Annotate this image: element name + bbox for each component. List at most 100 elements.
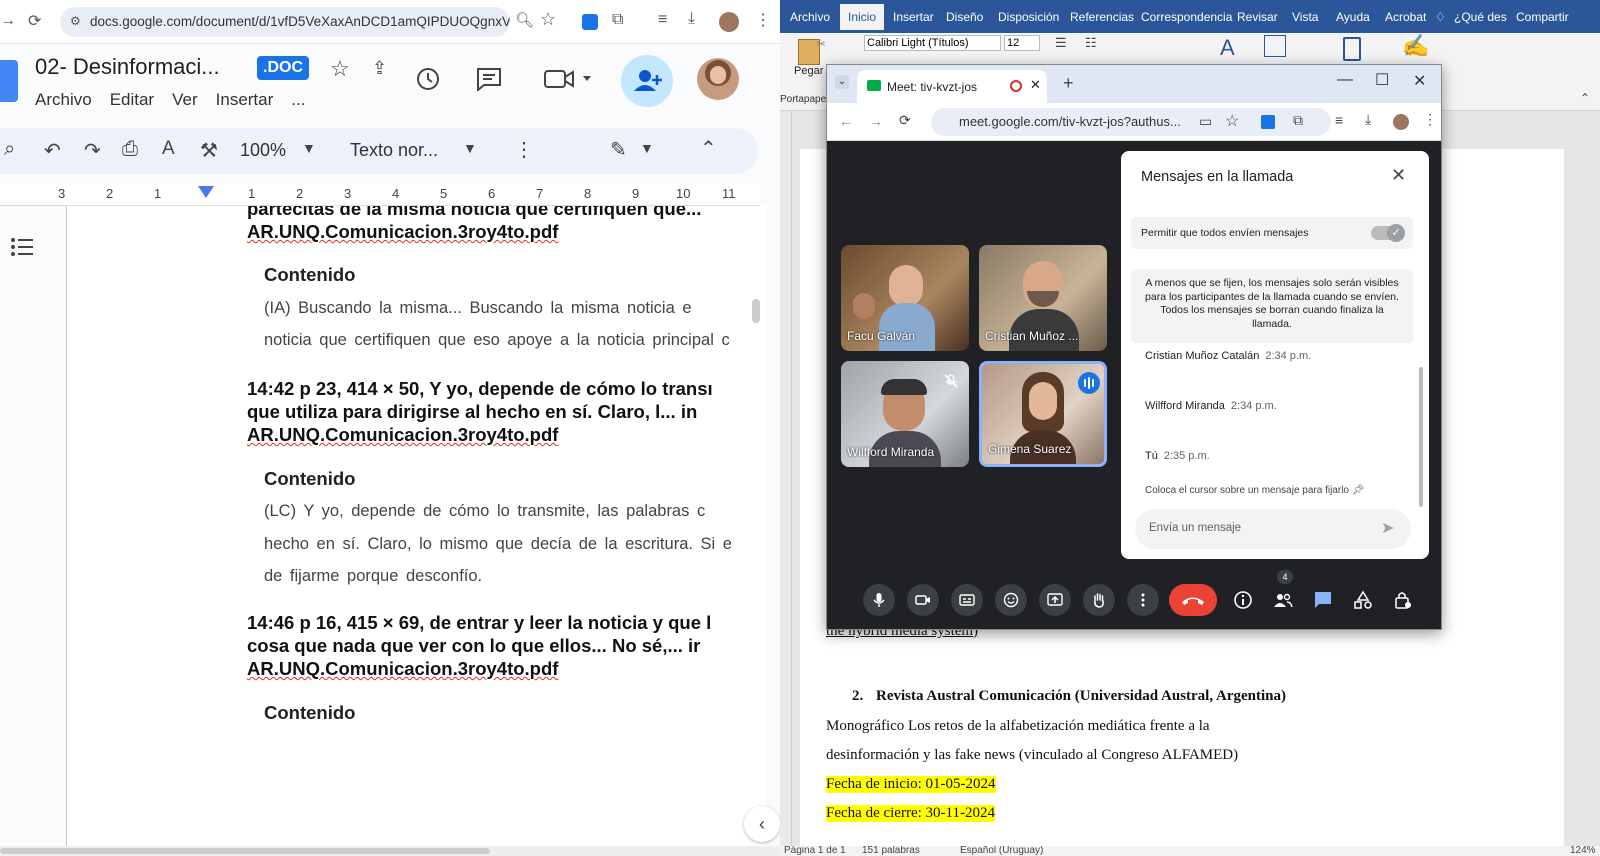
comments-icon[interactable] <box>476 67 502 91</box>
numbering-icon[interactable]: ☷ <box>1085 35 1097 51</box>
tell-me-search[interactable]: ¿Qué des <box>1454 10 1507 24</box>
download-icon[interactable]: ⤓ <box>688 10 695 28</box>
signature-icon[interactable]: ✍ <box>1402 33 1429 59</box>
puzzle-icon[interactable]: ⧉ <box>612 11 623 29</box>
tab-inicio[interactable]: Inicio <box>840 4 885 30</box>
more-options-button[interactable] <box>1127 584 1159 616</box>
reload-icon[interactable]: ⟳ <box>28 11 41 31</box>
puzzle-icon[interactable]: ⧉ <box>1293 112 1303 129</box>
user-avatar[interactable] <box>697 58 739 100</box>
minimize-icon[interactable]: — <box>1337 71 1353 89</box>
tab-insertar[interactable]: Insertar <box>893 10 934 24</box>
host-controls-button[interactable] <box>1387 584 1419 616</box>
camera-permission-icon[interactable]: ▭ <box>1199 113 1212 130</box>
star-icon[interactable]: ☆ <box>330 56 350 82</box>
styles-icon[interactable]: A <box>1220 35 1235 61</box>
cut-icon[interactable]: ✂ <box>816 37 826 51</box>
back-icon[interactable]: ← <box>839 113 853 129</box>
reload-icon[interactable]: ⟳ <box>899 112 911 129</box>
participant-tile-speaking[interactable]: Gimena Suarez <box>979 361 1107 467</box>
captions-button[interactable] <box>951 584 983 616</box>
tab-ayuda[interactable]: Ayuda <box>1336 10 1370 24</box>
tab-revisar[interactable]: Revisar <box>1237 10 1278 24</box>
more-icon[interactable]: ⋮ <box>514 137 534 162</box>
zoom-icon[interactable]: 🔍︎ <box>515 11 534 29</box>
tab-acrobat[interactable]: Acrobat <box>1385 10 1426 24</box>
present-button[interactable] <box>1039 584 1071 616</box>
site-info-icon[interactable]: ⚙ <box>70 14 81 28</box>
forward-icon[interactable]: → <box>869 113 883 129</box>
activities-button[interactable] <box>1347 584 1379 616</box>
media-icon[interactable]: ≡ <box>658 11 667 29</box>
move-folder-icon[interactable]: ⇪ <box>372 58 387 79</box>
chat-scrollbar[interactable] <box>1419 367 1423 507</box>
chevron-down-icon[interactable]: ▼ <box>463 140 477 156</box>
menu-editar[interactable]: Editar <box>110 90 154 110</box>
redo-icon[interactable]: ↷ <box>84 138 101 163</box>
tab-disposicion[interactable]: Disposición <box>998 10 1059 24</box>
tab-diseno[interactable]: Diseño <box>946 10 983 24</box>
horizontal-scrollbar[interactable] <box>0 846 780 856</box>
font-name-select[interactable]: Calibri Light (Títulos) <box>864 35 1001 51</box>
download-icon[interactable]: ⤓ <box>1365 111 1371 128</box>
menu-icon[interactable]: ⋮ <box>755 10 771 30</box>
camera-button[interactable] <box>907 584 939 616</box>
close-chat-icon[interactable]: ✕ <box>1391 165 1406 186</box>
forward-icon[interactable]: → <box>0 12 16 30</box>
collapse-side-panel-icon[interactable]: ‹ <box>744 806 780 842</box>
meet-video-icon[interactable] <box>543 68 593 90</box>
menu-insertar[interactable]: Insertar <box>216 90 274 110</box>
create-pdf-icon[interactable] <box>1343 37 1361 61</box>
indent-marker[interactable] <box>198 186 214 198</box>
profile-avatar[interactable] <box>1393 114 1409 130</box>
participant-tile[interactable]: Wilfford Miranda <box>841 361 969 467</box>
tab-archivo[interactable]: Archivo <box>790 10 830 24</box>
url-field[interactable]: docs.google.com/document/d/1vfD5VeXaxAnD… <box>60 7 510 37</box>
people-button[interactable]: 4 <box>1267 570 1299 616</box>
menu-ver[interactable]: Ver <box>172 90 198 110</box>
tab-vista[interactable]: Vista <box>1292 10 1318 24</box>
document-title[interactable]: 02- Desinformaci... <box>35 54 220 80</box>
allow-messages-toggle[interactable]: ✓ <box>1371 224 1405 242</box>
menu-more[interactable]: ... <box>291 90 305 110</box>
paste-label[interactable]: Pegar <box>794 65 823 77</box>
share-button[interactable] <box>621 55 673 107</box>
collapse-ribbon-icon[interactable]: ⌃ <box>1580 91 1590 105</box>
spellcheck-icon[interactable]: A <box>162 138 175 160</box>
chevron-down-icon[interactable]: ▼ <box>640 140 654 156</box>
docs-logo-icon[interactable] <box>0 60 18 102</box>
profile-avatar[interactable] <box>719 12 739 32</box>
font-size-select[interactable]: 12 <box>1004 35 1040 51</box>
bookmark-star-icon[interactable]: ☆ <box>1225 111 1239 131</box>
participant-tile[interactable]: Cristian Muñoz ... <box>979 245 1107 351</box>
meeting-info-button[interactable] <box>1227 584 1259 616</box>
print-icon[interactable]: ⎙ <box>122 138 138 161</box>
send-icon[interactable]: ➤ <box>1381 518 1394 538</box>
new-tab-icon[interactable]: + <box>1063 73 1074 94</box>
media-icon[interactable]: ≡ <box>1335 112 1343 128</box>
find-icon[interactable] <box>1264 35 1286 57</box>
tab-referencias[interactable]: Referencias <box>1070 10 1134 24</box>
lightbulb-icon[interactable]: ♢ <box>1435 10 1446 24</box>
paint-format-icon[interactable]: ⚒ <box>200 138 218 163</box>
vertical-scrollbar[interactable] <box>752 299 760 323</box>
mic-button[interactable] <box>863 584 895 616</box>
zoom-select[interactable]: 100% <box>240 140 286 161</box>
menu-icon[interactable]: ⋮ <box>1423 111 1437 128</box>
chevron-down-icon[interactable]: ▼ <box>302 140 316 156</box>
close-window-icon[interactable]: ✕ <box>1413 71 1426 91</box>
bookmark-star-icon[interactable]: ☆ <box>540 9 556 30</box>
close-tab-icon[interactable]: ✕ <box>1030 77 1041 93</box>
participant-tile[interactable]: Facu Galván <box>841 245 969 351</box>
extension-icon[interactable] <box>1261 115 1275 129</box>
undo-icon[interactable]: ↶ <box>44 138 61 163</box>
menu-archivo[interactable]: Archivo <box>35 90 92 110</box>
meet-tab[interactable]: Meet: tiv-kvzt-jos ✕ <box>857 70 1047 103</box>
bullets-icon[interactable]: ☰ <box>1055 35 1067 51</box>
style-select[interactable]: Texto nor... <box>350 140 438 161</box>
extension-icon[interactable] <box>582 14 598 30</box>
tab-search-icon[interactable]: ⌄ <box>835 75 849 89</box>
message-input[interactable]: Envía un mensaje ➤ <box>1135 509 1411 549</box>
search-icon[interactable]: ⌕ <box>4 138 15 161</box>
leave-call-button[interactable] <box>1169 584 1217 616</box>
